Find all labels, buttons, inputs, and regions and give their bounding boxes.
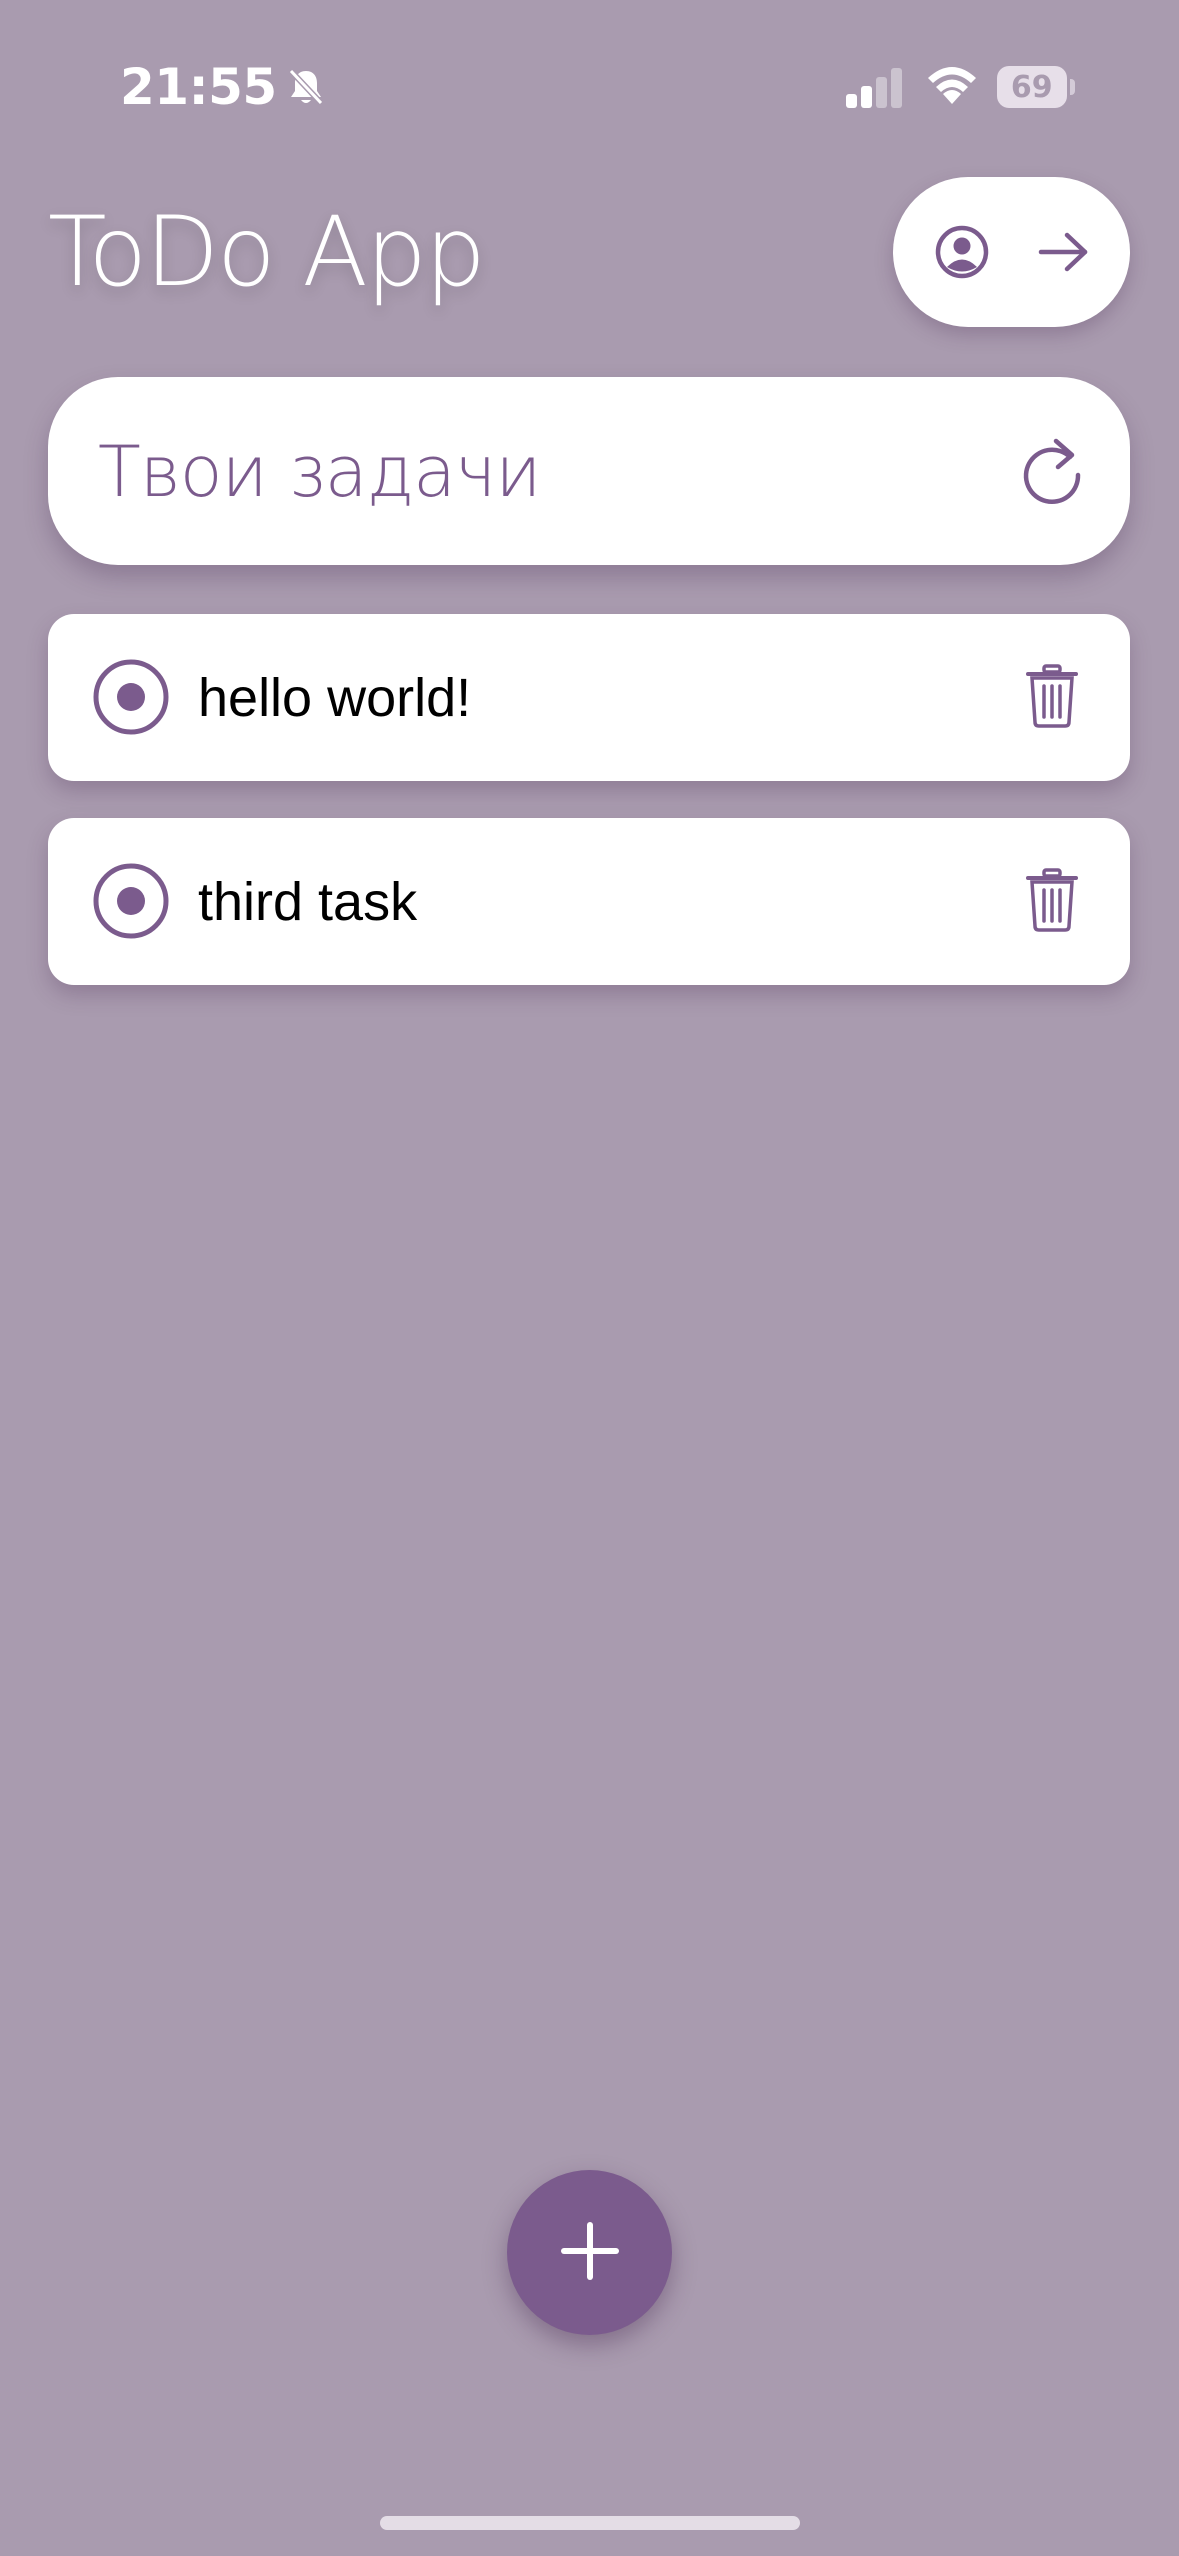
battery-tip <box>1069 79 1075 95</box>
user-profile-icon[interactable] <box>934 224 990 280</box>
task-item[interactable]: third task <box>48 818 1130 985</box>
tasks-section-header: Твои задачи <box>48 377 1130 565</box>
section-title: Твои задачи <box>98 431 541 513</box>
plus-icon <box>560 2221 620 2285</box>
app-title: ToDo App <box>48 196 486 308</box>
refresh-icon[interactable] <box>1016 435 1088 507</box>
radio-selected-icon[interactable] <box>92 862 170 940</box>
trash-icon[interactable] <box>1024 664 1080 728</box>
wifi-icon <box>925 64 979 110</box>
status-time: 21:55 <box>120 58 277 116</box>
arrow-right-icon[interactable] <box>1038 230 1090 274</box>
cellular-signal-icon <box>846 68 904 112</box>
task-text: hello world! <box>198 667 472 728</box>
status-time-group: 21:55 <box>120 58 325 116</box>
task-item[interactable]: hello world! <box>48 614 1130 781</box>
trash-icon[interactable] <box>1024 868 1080 932</box>
header-actions <box>893 177 1130 327</box>
bell-slash-icon <box>287 67 325 107</box>
battery-icon: 69 <box>997 66 1075 108</box>
radio-selected-icon[interactable] <box>92 658 170 736</box>
home-indicator[interactable] <box>380 2516 800 2530</box>
status-bar: 21:55 69 <box>0 0 1179 150</box>
battery-level: 69 <box>997 66 1067 108</box>
task-text: third task <box>198 871 418 932</box>
add-task-button[interactable] <box>507 2170 672 2335</box>
